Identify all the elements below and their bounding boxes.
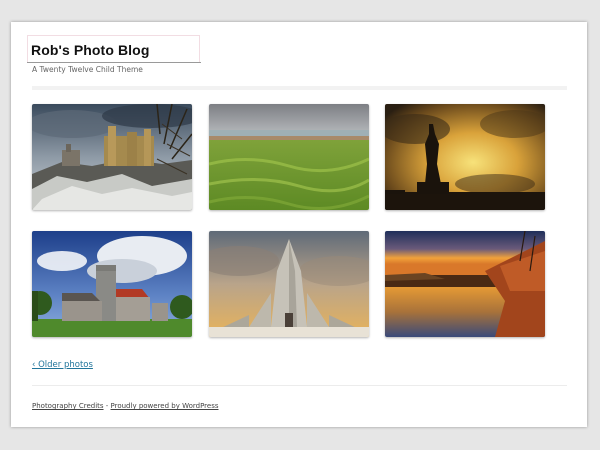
photo-river-at-sunset[interactable] [385,231,545,337]
site-footer: Photography Credits - Proudly powered by… [32,402,219,410]
photo-stone-church[interactable] [32,231,192,337]
photo-statue-at-sunset[interactable] [385,104,545,210]
photo-hallgrimskirkja-church[interactable] [209,231,369,337]
photo-green-meadow-coast[interactable] [209,104,369,210]
header-divider [32,86,567,90]
photography-credits-link[interactable]: Photography Credits [32,402,104,410]
site-title[interactable]: Rob's Photo Blog [31,42,149,58]
photo-castle-on-rocky-hill[interactable] [32,104,192,210]
older-photos-link[interactable]: ‹ Older photos [32,360,93,370]
footer-separator: - [103,402,111,410]
site-tagline: A Twenty Twelve Child Theme [32,65,143,74]
powered-by-wordpress-link[interactable]: Proudly powered by WordPress [111,402,219,410]
footer-divider [32,385,567,386]
title-underline [27,62,201,63]
page-container: Rob's Photo Blog A Twenty Twelve Child T… [11,22,587,427]
